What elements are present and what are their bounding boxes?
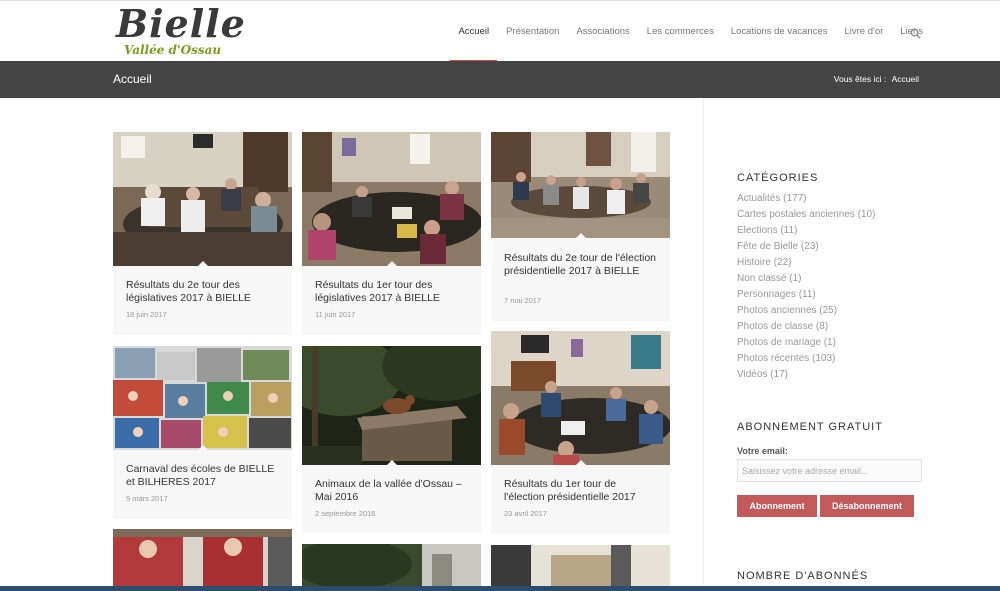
subscribe-heading: ABONNEMENT GRATUIT — [737, 421, 883, 433]
category-link[interactable]: Photos de classe (8) — [737, 319, 875, 335]
post-thumbnail[interactable] — [113, 529, 292, 591]
post-date: 23 avril 2017 — [504, 509, 547, 518]
post-thumbnail[interactable] — [302, 346, 481, 465]
card-notch — [198, 261, 208, 266]
post-date: 9 mars 2017 — [126, 494, 168, 503]
nav-item-commerces[interactable]: Les commerces — [647, 1, 714, 62]
post-card[interactable]: Résultats du 1er tour des législatives 2… — [302, 132, 481, 335]
post-date: 18 juin 2017 — [126, 310, 167, 319]
page-title-bar: Accueil Vous êtes ici : Accueil — [0, 61, 1000, 98]
main-nav: Accueil Présentation Associations Les co… — [441, 1, 923, 62]
post-card[interactable] — [491, 545, 670, 591]
nav-item-locations[interactable]: Locations de vacances — [731, 1, 828, 62]
breadcrumb-current[interactable]: Accueil — [892, 74, 919, 84]
post-title[interactable]: Résultats du 2e tour des législatives 20… — [126, 279, 281, 305]
category-link[interactable]: Fête de Bielle (23) — [737, 239, 875, 255]
email-label: Votre email: — [737, 446, 788, 456]
post-card[interactable] — [113, 529, 292, 591]
post-thumbnail[interactable] — [302, 132, 481, 266]
post-card[interactable]: Résultats du 1er tour de l'élection prés… — [491, 331, 670, 534]
post-title[interactable]: Carnaval des écoles de BIELLE et BILHERE… — [126, 463, 281, 489]
category-list: Actualités (177) Cartes postales ancienn… — [737, 191, 875, 383]
breadcrumb-prefix: Vous êtes ici : — [833, 74, 887, 84]
category-link[interactable]: Cartes postales anciennes (10) — [737, 207, 875, 223]
post-date: 11 juin 2017 — [315, 310, 356, 319]
post-title[interactable]: Animaux de la vallée d'Ossau – Mai 2016 — [315, 478, 470, 504]
post-card[interactable] — [302, 544, 481, 591]
subscribers-heading: NOMBRE D'ABONNÉS — [737, 570, 869, 582]
post-thumbnail[interactable] — [491, 545, 670, 591]
post-thumbnail[interactable] — [113, 132, 292, 266]
logo-title: Bielle — [116, 1, 246, 46]
post-thumbnail[interactable] — [302, 544, 481, 591]
category-link[interactable]: Elections (11) — [737, 223, 875, 239]
subscribe-button[interactable]: Abonnement — [737, 495, 817, 517]
card-notch — [576, 233, 586, 238]
post-thumbnail[interactable] — [491, 331, 670, 465]
post-title[interactable]: Résultats du 1er tour de l'élection prés… — [504, 478, 659, 504]
post-title[interactable]: Résultats du 2e tour de l'élection prési… — [504, 252, 659, 278]
bottom-strip — [0, 586, 1000, 591]
category-link[interactable]: Histoire (22) — [737, 255, 875, 271]
post-thumbnail[interactable] — [113, 346, 292, 450]
category-link[interactable]: Personnages (11) — [737, 287, 875, 303]
category-link[interactable]: Vidéos (17) — [737, 367, 875, 383]
email-field[interactable] — [737, 459, 922, 482]
category-link[interactable]: Actualités (177) — [737, 191, 875, 207]
post-title[interactable]: Résultats du 1er tour des législatives 2… — [315, 279, 470, 305]
card-notch — [387, 460, 397, 465]
category-link[interactable]: Photos récentes (103) — [737, 351, 875, 367]
breadcrumb: Vous êtes ici : Accueil — [831, 74, 919, 84]
category-link[interactable]: Non classé (1) — [737, 271, 875, 287]
card-notch — [576, 460, 586, 465]
post-card[interactable]: Résultats du 2e tour de l'élection prési… — [491, 132, 670, 321]
sidebar-divider — [703, 98, 704, 591]
post-date: 7 mai 2017 — [504, 296, 542, 305]
logo-subtitle: Vallée d'Ossau — [124, 43, 222, 57]
site-logo[interactable]: Bielle Vallée d'Ossau — [116, 1, 245, 59]
search-icon[interactable] — [910, 26, 921, 39]
post-date: 2 septembre 2016 — [315, 509, 376, 518]
page-title: Accueil — [113, 72, 152, 86]
unsubscribe-button[interactable]: Désabonnement — [820, 495, 914, 517]
category-link[interactable]: Photos de mariage (1) — [737, 335, 875, 351]
nav-item-accueil[interactable]: Accueil — [450, 1, 497, 62]
card-notch — [198, 445, 208, 450]
post-thumbnail[interactable] — [491, 132, 670, 238]
nav-item-associations[interactable]: Associations — [576, 1, 629, 62]
nav-item-presentation[interactable]: Présentation — [506, 1, 559, 62]
post-card[interactable]: Carnaval des écoles de BIELLE et BILHERE… — [113, 346, 292, 519]
post-card[interactable]: Animaux de la vallée d'Ossau – Mai 2016 … — [302, 346, 481, 533]
categories-heading: CATÉGORIES — [737, 172, 819, 184]
site-header: Bielle Vallée d'Ossau Accueil Présentati… — [0, 0, 1000, 62]
category-link[interactable]: Photos anciennes (25) — [737, 303, 875, 319]
post-card[interactable]: Résultats du 2e tour des législatives 20… — [113, 132, 292, 335]
nav-item-livre-dor[interactable]: Livre d'or — [845, 1, 884, 62]
card-notch — [387, 261, 397, 266]
